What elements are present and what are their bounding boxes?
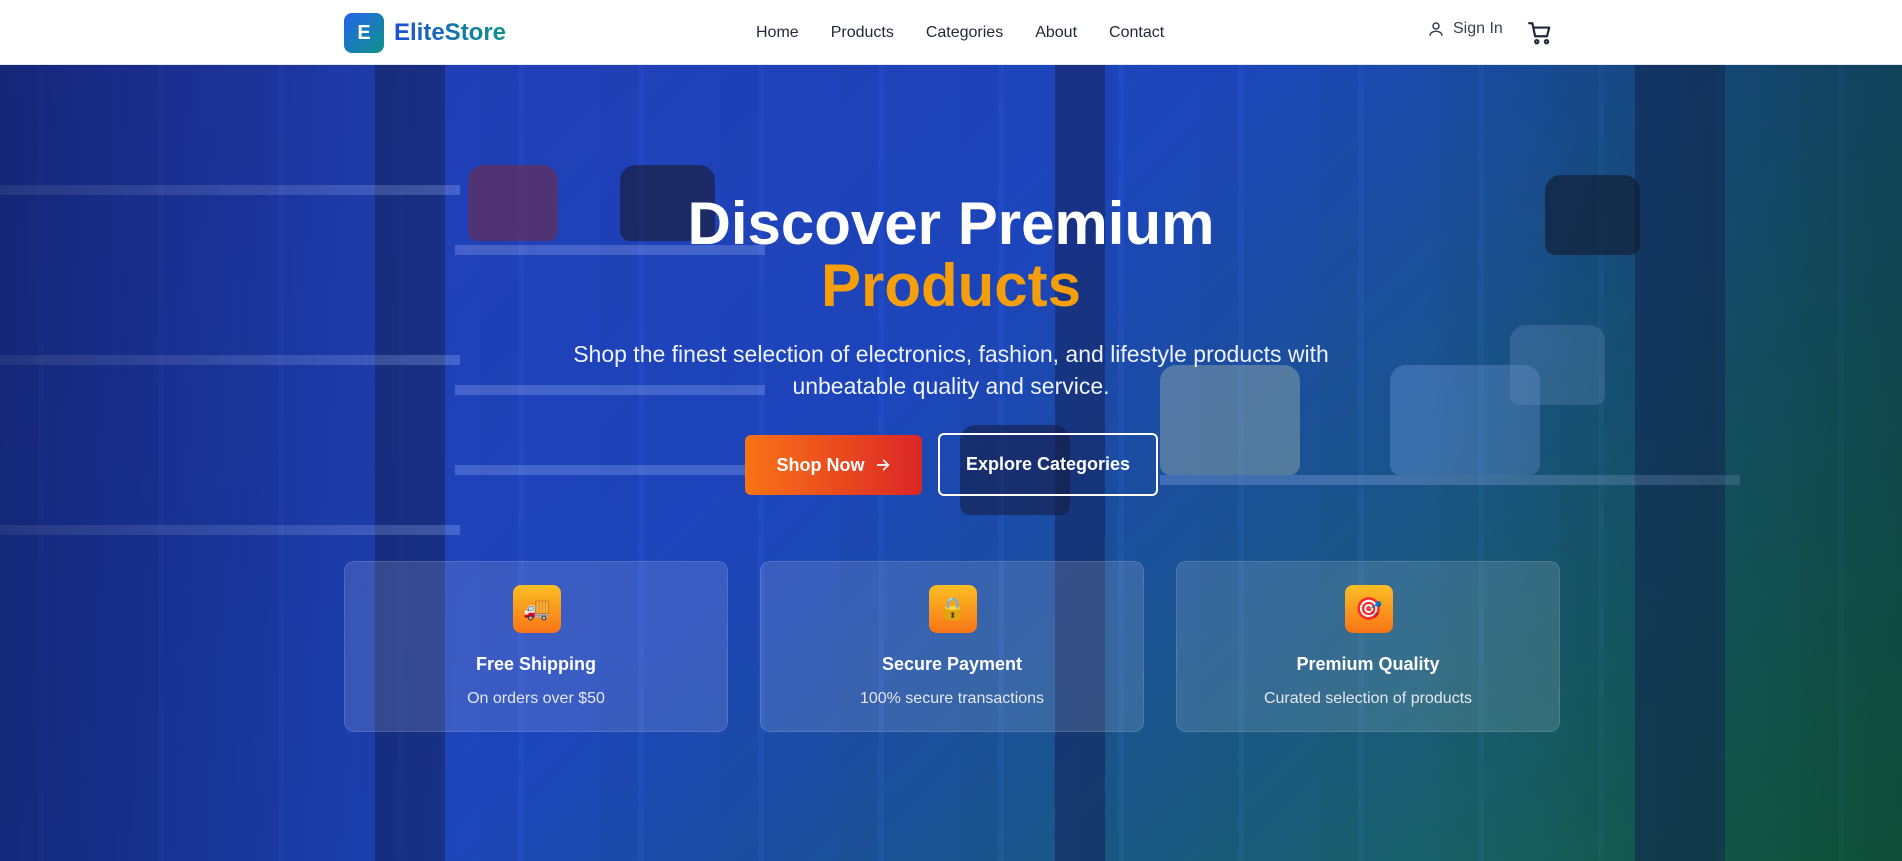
main-nav: Home Products Categories About Contact (756, 0, 1164, 65)
shop-now-button[interactable]: Shop Now (745, 435, 922, 495)
user-icon (1429, 22, 1443, 36)
target-icon: 🎯 (1345, 585, 1393, 633)
hero-subtitle: Shop the finest selection of electronics… (573, 341, 1329, 399)
feature-card-payment: 🔒 Secure Payment 100% secure transaction… (760, 561, 1144, 732)
explore-categories-button[interactable]: Explore Categories (938, 433, 1158, 496)
brand-name: EliteStore (394, 19, 507, 46)
feature-description: Curated selection of products (1263, 690, 1473, 707)
brand-logo-badge: E (344, 13, 384, 53)
truck-icon: 🚚 (513, 585, 561, 633)
hero-title: Discover Premium Products (0, 193, 1902, 317)
feature-card-shipping: 🚚 Free Shipping On orders over $50 (344, 561, 728, 732)
lock-icon: 🔒 (929, 585, 977, 633)
feature-title: Secure Payment (881, 654, 1023, 674)
hero-title-line2: Products (820, 252, 1082, 319)
sign-in-button[interactable]: Sign In (1427, 20, 1503, 38)
nav-link-categories[interactable]: Categories (926, 24, 1003, 42)
nav-link-about[interactable]: About (1035, 24, 1077, 42)
nav-link-contact[interactable]: Contact (1109, 24, 1164, 42)
hero-section: Discover Premium Products Shop the fines… (0, 65, 1902, 861)
feature-title: Free Shipping (475, 654, 596, 674)
site-header: E EliteStore Home Products Categories Ab… (0, 0, 1902, 65)
arrow-right-icon (876, 459, 890, 471)
sign-in-label: Sign In (1453, 20, 1503, 37)
explore-categories-label: Explore Categories (965, 454, 1131, 474)
shop-now-label: Shop Now (776, 454, 865, 475)
brand-logo[interactable]: E EliteStore (344, 13, 506, 53)
nav-link-home[interactable]: Home (756, 24, 799, 42)
hero-title-line1: Discover Premium (687, 190, 1215, 257)
cart-icon[interactable] (1527, 20, 1553, 46)
feature-title: Premium Quality (1296, 654, 1440, 674)
feature-description: On orders over $50 (467, 690, 605, 707)
nav-link-products[interactable]: Products (831, 24, 894, 42)
feature-description: 100% secure transactions (859, 690, 1045, 707)
feature-card-quality: 🎯 Premium Quality Curated selection of p… (1176, 561, 1560, 732)
